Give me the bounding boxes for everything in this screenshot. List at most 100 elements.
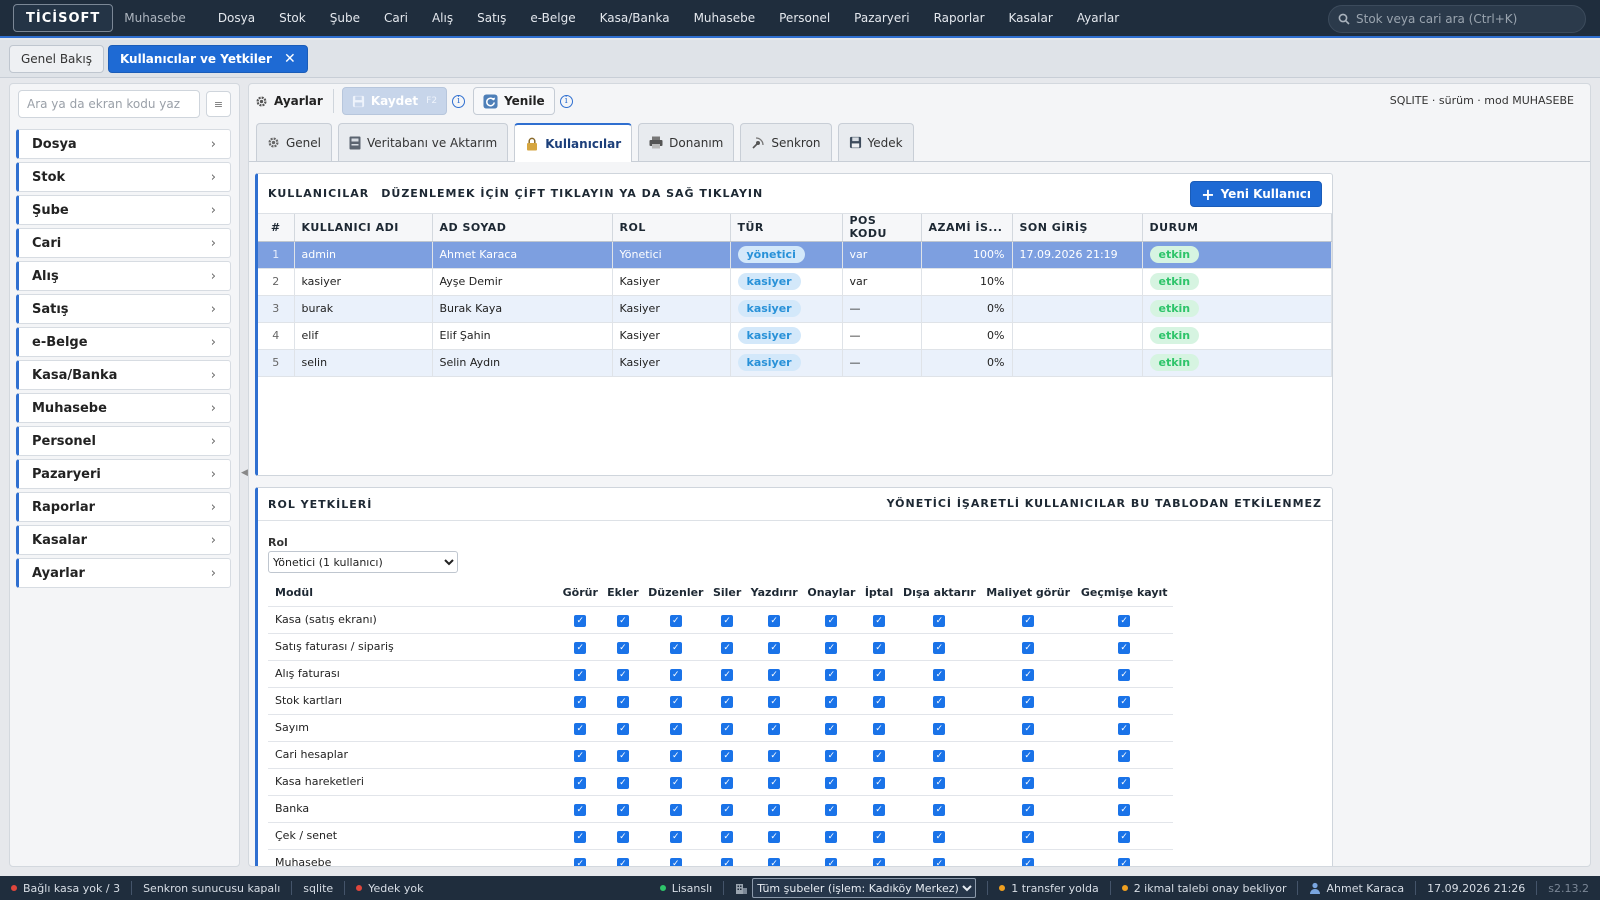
- permission-checkbox[interactable]: ✓: [669, 857, 682, 866]
- col-fullname[interactable]: AD SOYAD: [432, 214, 613, 242]
- info-icon[interactable]: i: [559, 94, 573, 108]
- col-role[interactable]: ROL: [612, 214, 731, 242]
- permission-checkbox[interactable]: ✓: [825, 857, 838, 866]
- permission-checkbox[interactable]: ✓: [574, 641, 587, 654]
- permission-checkbox[interactable]: ✓: [721, 614, 734, 627]
- table-row[interactable]: 4 elif Elif Şahin Kasiyer kasiyer — 0% e…: [258, 322, 1332, 350]
- permission-checkbox[interactable]: ✓: [616, 830, 629, 843]
- col-max-discount[interactable]: AZAMİ İS...: [921, 214, 1013, 242]
- permission-checkbox[interactable]: ✓: [825, 803, 838, 816]
- permission-checkbox[interactable]: ✓: [1022, 776, 1035, 789]
- permission-checkbox[interactable]: ✓: [768, 749, 781, 762]
- permission-checkbox[interactable]: ✓: [1118, 830, 1131, 843]
- sidebar-item-pazaryeri[interactable]: Pazaryeri ›: [16, 459, 231, 489]
- permission-checkbox[interactable]: ✓: [768, 803, 781, 816]
- permission-checkbox[interactable]: ✓: [574, 668, 587, 681]
- permission-checkbox[interactable]: ✓: [1022, 803, 1035, 816]
- permission-checkbox[interactable]: ✓: [1118, 695, 1131, 708]
- permission-checkbox[interactable]: ✓: [933, 722, 946, 735]
- table-row[interactable]: 1 admin Ahmet Karaca Yönetici yönetici v…: [258, 241, 1332, 269]
- tab-yedek[interactable]: Yedek: [837, 123, 914, 161]
- table-row[interactable]: 3 burak Burak Kaya Kasiyer kasiyer — 0% …: [258, 295, 1332, 323]
- permission-checkbox[interactable]: ✓: [933, 668, 946, 681]
- refresh-button[interactable]: Yenile: [473, 87, 555, 115]
- status-transfer[interactable]: 1 transfer yolda: [988, 876, 1109, 900]
- menu-ayarlar[interactable]: Ayarlar: [1065, 0, 1131, 36]
- branch-select[interactable]: Tüm şubeler (işlem: Kadıköy Merkez): [752, 878, 977, 898]
- permission-checkbox[interactable]: ✓: [825, 722, 838, 735]
- permission-checkbox[interactable]: ✓: [933, 614, 946, 627]
- permission-checkbox[interactable]: ✓: [825, 614, 838, 627]
- tab-kullanicilar[interactable]: Kullanıcılar: [514, 123, 633, 162]
- table-row[interactable]: 5 selin Selin Aydın Kasiyer kasiyer — 0%…: [258, 349, 1332, 377]
- permission-checkbox[interactable]: ✓: [768, 614, 781, 627]
- menu-personel[interactable]: Personel: [767, 0, 842, 36]
- permission-checkbox[interactable]: ✓: [574, 722, 587, 735]
- tab-donanim[interactable]: Donanım: [638, 123, 735, 161]
- permission-checkbox[interactable]: ✓: [574, 776, 587, 789]
- tab-veritabani[interactable]: Veritabanı ve Aktarım: [338, 123, 509, 161]
- menu-kasa-banka[interactable]: Kasa/Banka: [588, 0, 682, 36]
- sidebar-search-input[interactable]: [18, 90, 200, 118]
- permission-checkbox[interactable]: ✓: [669, 776, 682, 789]
- menu-ebelge[interactable]: e-Belge: [518, 0, 587, 36]
- sidebar-item-muhasebe[interactable]: Muhasebe ›: [16, 393, 231, 423]
- permission-checkbox[interactable]: ✓: [825, 668, 838, 681]
- permission-checkbox[interactable]: ✓: [825, 749, 838, 762]
- permission-checkbox[interactable]: ✓: [933, 749, 946, 762]
- permission-checkbox[interactable]: ✓: [933, 695, 946, 708]
- permission-checkbox[interactable]: ✓: [933, 803, 946, 816]
- permission-checkbox[interactable]: ✓: [933, 776, 946, 789]
- permission-checkbox[interactable]: ✓: [768, 722, 781, 735]
- permission-checkbox[interactable]: ✓: [873, 614, 886, 627]
- sidebar-item-stok[interactable]: Stok ›: [16, 162, 231, 192]
- permission-checkbox[interactable]: ✓: [721, 776, 734, 789]
- permission-checkbox[interactable]: ✓: [825, 641, 838, 654]
- role-select[interactable]: Yönetici (1 kullanıcı): [268, 551, 458, 573]
- menu-cari[interactable]: Cari: [372, 0, 420, 36]
- close-icon[interactable]: ✕: [284, 51, 296, 67]
- permission-checkbox[interactable]: ✓: [616, 641, 629, 654]
- permission-checkbox[interactable]: ✓: [721, 722, 734, 735]
- permission-checkbox[interactable]: ✓: [669, 749, 682, 762]
- permission-checkbox[interactable]: ✓: [768, 641, 781, 654]
- permission-checkbox[interactable]: ✓: [825, 695, 838, 708]
- permission-checkbox[interactable]: ✓: [721, 695, 734, 708]
- permission-checkbox[interactable]: ✓: [1118, 722, 1131, 735]
- permission-checkbox[interactable]: ✓: [1118, 803, 1131, 816]
- permission-checkbox[interactable]: ✓: [825, 830, 838, 843]
- sidebar-item-alis[interactable]: Alış ›: [16, 261, 231, 291]
- permission-checkbox[interactable]: ✓: [616, 722, 629, 735]
- permission-checkbox[interactable]: ✓: [1022, 695, 1035, 708]
- permission-checkbox[interactable]: ✓: [1022, 668, 1035, 681]
- permission-checkbox[interactable]: ✓: [616, 695, 629, 708]
- permission-checkbox[interactable]: ✓: [669, 695, 682, 708]
- permission-checkbox[interactable]: ✓: [933, 857, 946, 866]
- permission-checkbox[interactable]: ✓: [1022, 614, 1035, 627]
- permission-checkbox[interactable]: ✓: [669, 668, 682, 681]
- menu-satis[interactable]: Satış: [465, 0, 518, 36]
- permission-checkbox[interactable]: ✓: [873, 695, 886, 708]
- permission-checkbox[interactable]: ✓: [1118, 668, 1131, 681]
- col-last-login[interactable]: SON GİRİŞ: [1012, 214, 1143, 242]
- tab-senkron[interactable]: Senkron: [740, 123, 832, 161]
- menu-kasalar[interactable]: Kasalar: [997, 0, 1065, 36]
- sidebar-item-dosya[interactable]: Dosya ›: [16, 129, 231, 159]
- doc-tab-users-permissions[interactable]: Kullanıcılar ve Yetkiler ✕: [107, 44, 308, 73]
- status-restock[interactable]: 2 ikmal talebi onay bekliyor: [1111, 876, 1298, 900]
- permission-checkbox[interactable]: ✓: [574, 749, 587, 762]
- menu-dosya[interactable]: Dosya: [206, 0, 267, 36]
- permission-checkbox[interactable]: ✓: [616, 749, 629, 762]
- menu-stok[interactable]: Stok: [267, 0, 318, 36]
- permission-checkbox[interactable]: ✓: [721, 830, 734, 843]
- permission-checkbox[interactable]: ✓: [873, 641, 886, 654]
- col-number[interactable]: #: [258, 214, 295, 242]
- permission-checkbox[interactable]: ✓: [1118, 749, 1131, 762]
- sidebar-item-sube[interactable]: Şube ›: [16, 195, 231, 225]
- sidebar-item-ayarlar[interactable]: Ayarlar ›: [16, 558, 231, 588]
- permission-checkbox[interactable]: ✓: [768, 857, 781, 866]
- sidebar-item-kasa-banka[interactable]: Kasa/Banka ›: [16, 360, 231, 390]
- permission-checkbox[interactable]: ✓: [873, 749, 886, 762]
- permission-checkbox[interactable]: ✓: [1022, 749, 1035, 762]
- permission-checkbox[interactable]: ✓: [873, 803, 886, 816]
